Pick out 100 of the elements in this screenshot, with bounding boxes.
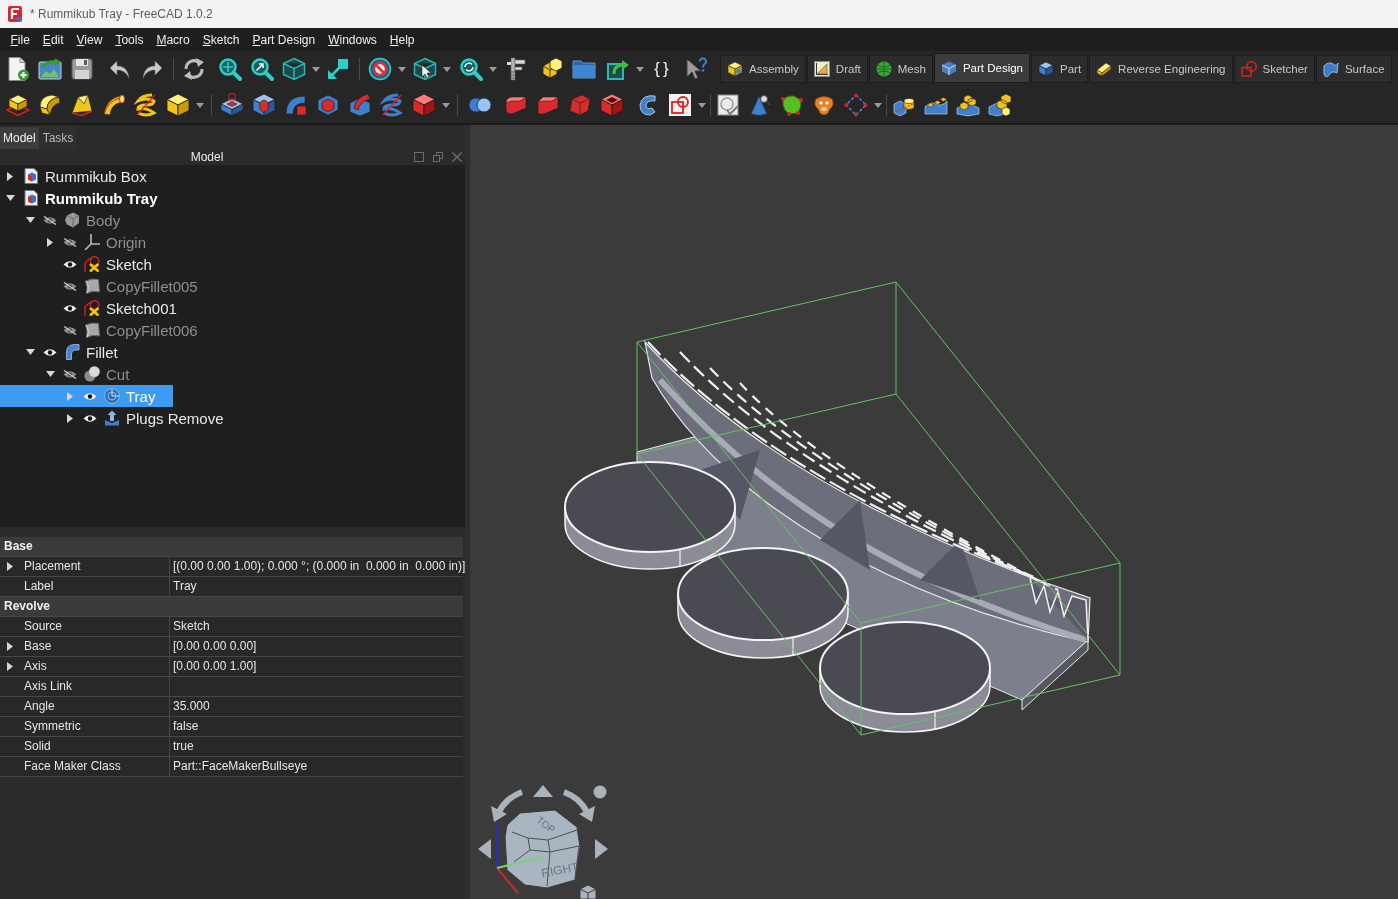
tree-item[interactable]: Sketch001	[0, 297, 195, 319]
eye-icon[interactable]	[83, 413, 97, 423]
menu-item[interactable]: Help	[383, 30, 422, 49]
groove-icon[interactable]	[284, 93, 308, 117]
picture-arrow-icon[interactable]	[38, 57, 62, 81]
set-square-icon[interactable]	[813, 61, 830, 77]
caret-down-icon[interactable]	[5, 195, 15, 201]
eye-slash-icon[interactable]	[43, 215, 57, 225]
caliper-icon[interactable]	[504, 57, 528, 81]
workbench-tab[interactable]: Assembly	[720, 55, 806, 83]
workbench-tab[interactable]: Sketcher	[1233, 55, 1315, 83]
new-document-icon[interactable]	[6, 57, 30, 81]
pocket-slab-icon[interactable]	[220, 93, 244, 117]
cube-cursor-icon[interactable]	[413, 57, 437, 81]
curved-solid-icon[interactable]	[38, 93, 62, 117]
tree-item[interactable]: Fillet	[0, 341, 136, 363]
menu-item[interactable]: Part Design	[245, 30, 322, 49]
caret-icon[interactable]	[442, 102, 450, 108]
menu-item[interactable]: Sketch	[196, 30, 246, 49]
workbench-tab[interactable]: Mesh	[868, 55, 933, 83]
tree-item[interactable]: CopyFillet006	[0, 319, 216, 341]
eye-slash-icon[interactable]	[63, 369, 77, 379]
eye-slash-icon[interactable]	[63, 237, 77, 247]
caret-right-icon[interactable]	[7, 662, 13, 671]
close-icon[interactable]	[452, 152, 462, 162]
box-on-sketch-icon[interactable]	[6, 93, 30, 117]
workbench-tab[interactable]: Surface	[1315, 55, 1392, 83]
tree-item[interactable]: Origin	[0, 231, 164, 253]
cube-icon[interactable]	[412, 93, 436, 117]
tree-item[interactable]: CopyFillet005	[0, 275, 216, 297]
cube-icon[interactable]	[166, 93, 190, 117]
square-icon[interactable]	[414, 152, 424, 162]
magnifier-arrow-icon[interactable]	[250, 57, 274, 81]
head-shape-icon[interactable]	[812, 93, 836, 117]
diamond-points-icon[interactable]	[844, 93, 868, 117]
checked-page-icon[interactable]	[716, 93, 740, 117]
cone-magnifier-icon[interactable]	[748, 93, 772, 117]
cube-icon[interactable]	[1038, 61, 1054, 77]
menu-item[interactable]: Windows	[321, 30, 384, 49]
eye-icon[interactable]	[43, 347, 57, 357]
face-points-icon[interactable]	[780, 93, 804, 117]
rotate-left-icon[interactable]	[491, 789, 524, 822]
workbench-tab[interactable]: Part	[1031, 55, 1089, 83]
diagonal-arrow-icon[interactable]	[326, 57, 350, 81]
eye-slash-icon[interactable]	[63, 281, 77, 291]
sweep-cut-icon[interactable]	[348, 93, 372, 117]
mesh-sphere-icon[interactable]	[875, 61, 892, 77]
draft-block-icon[interactable]	[568, 93, 592, 117]
tree-item[interactable]: Rummikub Tray	[0, 187, 176, 209]
menu-item[interactable]: Tools	[108, 30, 150, 49]
caret-icon[interactable]	[312, 66, 320, 72]
tree-item[interactable]: Plugs Remove	[0, 407, 242, 429]
cursor-question-icon[interactable]	[684, 57, 708, 81]
menu-item[interactable]: File	[4, 30, 37, 49]
mini-cube-icon[interactable]	[579, 884, 597, 899]
workbench-tab[interactable]: Part Design	[933, 53, 1030, 83]
left-arrow-icon[interactable]	[478, 839, 491, 859]
workbench-tab[interactable]: Draft	[806, 55, 868, 83]
menu-item[interactable]: Edit	[36, 30, 71, 49]
helix-icon[interactable]	[134, 93, 158, 117]
tree-item[interactable]: Rummikub Box	[0, 165, 165, 187]
circle-square-icon[interactable]	[1240, 61, 1257, 77]
magnifier-crosshair-icon[interactable]	[218, 57, 242, 81]
caret-right-icon[interactable]	[7, 562, 13, 571]
caret-icon[interactable]	[489, 66, 497, 72]
caret-icon[interactable]	[196, 102, 204, 108]
caret-icon[interactable]	[443, 66, 451, 72]
right-arrow-icon[interactable]	[595, 839, 608, 859]
eye-icon[interactable]	[83, 391, 97, 401]
sweep-solid-icon[interactable]	[102, 93, 126, 117]
box-arrow-icon[interactable]	[606, 57, 630, 81]
wireframe-cube-icon[interactable]	[282, 57, 306, 81]
panel-tab[interactable]: Tasks	[39, 127, 77, 149]
refresh-icon[interactable]	[182, 57, 206, 81]
eye-icon[interactable]	[63, 303, 77, 313]
folder-icon[interactable]	[572, 57, 596, 81]
caret-down-icon[interactable]	[25, 217, 35, 223]
loft-cut-icon[interactable]	[316, 93, 340, 117]
cube-grid-icon[interactable]	[956, 93, 980, 117]
braces-button[interactable]: {}	[654, 58, 672, 80]
workbench-tab[interactable]: Reverse Engineering	[1089, 55, 1233, 83]
caret-down-icon[interactable]	[25, 349, 35, 355]
tree-item[interactable]: Body	[0, 209, 139, 231]
eye-icon[interactable]	[63, 259, 77, 269]
caret-icon[interactable]	[636, 66, 644, 72]
caret-icon[interactable]	[874, 102, 882, 108]
stacked-squares-icon[interactable]	[433, 152, 443, 162]
cube-gear-icon[interactable]	[727, 61, 743, 77]
tree-item[interactable]: Sketch	[0, 253, 170, 275]
eye-slash-icon[interactable]	[63, 325, 77, 335]
blocks-icon[interactable]	[540, 57, 564, 81]
hole-block-icon[interactable]	[252, 93, 276, 117]
no-entry-icon[interactable]	[368, 57, 392, 81]
magnifier-refresh-icon[interactable]	[459, 57, 483, 81]
caret-right-icon[interactable]	[47, 237, 53, 247]
hollow-block-icon[interactable]	[600, 93, 624, 117]
up-arrow-icon[interactable]	[533, 785, 553, 797]
sketch-shapes-icon[interactable]	[668, 93, 692, 117]
menu-item[interactable]: View	[70, 30, 109, 49]
caret-right-icon[interactable]	[7, 642, 13, 651]
